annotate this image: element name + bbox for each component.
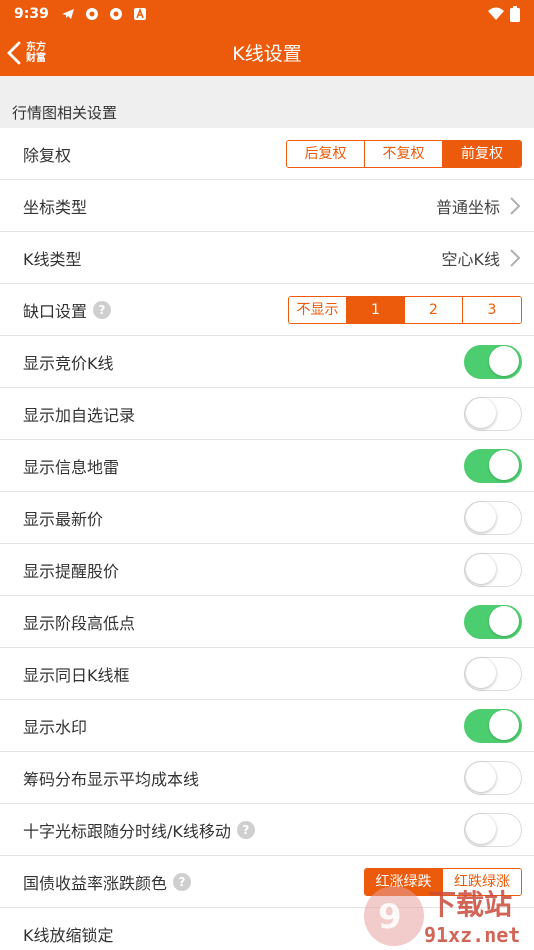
row-toggle: 显示竞价K线 — [0, 336, 534, 388]
nav-bar: 东方 财富 K线设置 — [0, 28, 534, 76]
row-label: 显示同日K线框 — [23, 665, 130, 685]
help-icon[interactable]: ? — [93, 300, 112, 319]
toggle-knob — [489, 606, 519, 636]
toggle-knob — [465, 502, 496, 532]
watermark-text: 下载站 — [428, 888, 512, 921]
row-label: 显示水印 — [23, 717, 88, 737]
logo-line1: 东方 — [26, 42, 46, 53]
row-label: 坐标类型 — [23, 197, 88, 217]
brand-logo: 东方 财富 — [26, 42, 46, 64]
row-label-wrap: 十字光标跟随分时线/K线移动 ? — [23, 818, 255, 842]
settings-list: 除复权 后复权 不复权 前复权 坐标类型 普通坐标 K线类型 空心K线 缺口设置… — [0, 128, 534, 950]
toggle-knob — [489, 346, 519, 376]
toggle-switch[interactable] — [464, 656, 522, 691]
telegram-icon — [61, 9, 74, 19]
toggle-knob — [489, 450, 519, 480]
watermark-url: 91xz.net — [424, 923, 520, 947]
row-label: 显示加自选记录 — [23, 405, 136, 425]
chevron-left-icon — [7, 41, 21, 65]
seg-option-qianfuquan[interactable]: 前复权 — [443, 140, 521, 167]
row-toggle: 显示最新价 — [0, 492, 534, 544]
row-axis-type[interactable]: 坐标类型 普通坐标 — [0, 180, 534, 232]
status-bar: 9:39 — [0, 0, 534, 28]
row-label: 缺口设置 — [23, 301, 88, 321]
toggle-switch[interactable] — [464, 344, 522, 379]
logo-line2: 财富 — [26, 53, 46, 64]
help-icon[interactable]: ? — [173, 872, 192, 891]
toggle-switch[interactable] — [464, 708, 522, 743]
row-toggle: 十字光标跟随分时线/K线移动 ? — [0, 804, 534, 856]
toggle-knob — [465, 814, 496, 844]
row-label: K线放缩锁定 — [23, 926, 114, 945]
toggle-switch[interactable] — [464, 448, 522, 483]
back-button[interactable]: 东方 财富 — [6, 38, 60, 68]
seg-option-hide[interactable]: 不显示 — [289, 296, 347, 323]
row-label: 筹码分布显示平均成本线 — [23, 769, 200, 789]
toggle-switch[interactable] — [464, 396, 522, 431]
seg-option-bufuquan[interactable]: 不复权 — [365, 140, 443, 167]
row-gap: 缺口设置 ? 不显示 1 2 3 — [0, 284, 534, 336]
row-toggle: 显示阶段高低点 — [0, 596, 534, 648]
wifi-icon — [488, 7, 504, 20]
toggle-switch[interactable] — [464, 812, 522, 847]
axis-type-value: 普通坐标 — [435, 197, 500, 217]
watermark-logo: 9 下载站 91xz.net — [364, 886, 520, 947]
row-label: 十字光标跟随分时线/K线移动 — [23, 821, 231, 841]
row-toggle: 显示加自选记录 — [0, 388, 534, 440]
k-type-value: 空心K线 — [441, 249, 501, 269]
gap-segmented-control: 不显示 1 2 3 — [288, 295, 522, 324]
chevron-right-icon — [510, 196, 521, 215]
row-label: 显示最新价 — [23, 509, 104, 529]
seg-option-houfuquan[interactable]: 后复权 — [287, 140, 365, 167]
help-icon[interactable]: ? — [236, 820, 255, 839]
toggle-switch[interactable] — [464, 552, 522, 587]
row-label-wrap: 国债收益率涨跌颜色 ? — [23, 870, 192, 894]
toggle-knob — [465, 762, 496, 792]
row-label: 显示信息地雷 — [23, 457, 120, 477]
row-label: 国债收益率涨跌颜色 — [23, 873, 168, 893]
toggle-knob — [465, 554, 496, 584]
row-toggle: 显示同日K线框 — [0, 648, 534, 700]
seg-option-3[interactable]: 3 — [463, 296, 521, 323]
seg-option-2[interactable]: 2 — [405, 296, 463, 323]
row-label: 显示提醒股价 — [23, 561, 120, 581]
page-title: K线设置 — [232, 42, 302, 65]
row-fuquan: 除复权 后复权 不复权 前复权 — [0, 128, 534, 180]
row-label: K线类型 — [23, 249, 82, 269]
row-toggle: 显示水印 — [0, 700, 534, 752]
toggle-switch[interactable] — [464, 500, 522, 535]
toggle-switch[interactable] — [464, 604, 522, 639]
row-label: 显示竞价K线 — [23, 353, 114, 373]
row-toggle: 显示提醒股价 — [0, 544, 534, 596]
row-label: 显示阶段高低点 — [23, 613, 136, 633]
toggle-knob — [489, 710, 519, 740]
app-notification-icon-2 — [109, 8, 122, 20]
seg-option-1[interactable]: 1 — [347, 296, 405, 323]
row-label: 除复权 — [23, 145, 72, 165]
row-label-wrap: 缺口设置 ? — [23, 298, 112, 322]
chevron-right-icon — [510, 248, 521, 267]
toggle-knob — [465, 398, 496, 428]
toggle-knob — [465, 658, 496, 688]
status-time: 9:39 — [14, 6, 49, 22]
text-app-icon — [133, 7, 146, 20]
row-toggle: 筹码分布显示平均成本线 — [0, 752, 534, 804]
fuquan-segmented-control: 后复权 不复权 前复权 — [286, 139, 522, 168]
row-k-type[interactable]: K线类型 空心K线 — [0, 232, 534, 284]
battery-icon — [510, 6, 520, 22]
section-title: 行情图相关设置 — [12, 104, 118, 122]
row-toggle: 显示信息地雷 — [0, 440, 534, 492]
svg-text:9: 9 — [378, 897, 402, 937]
toggle-switch[interactable] — [464, 760, 522, 795]
app-notification-icon — [85, 8, 98, 20]
